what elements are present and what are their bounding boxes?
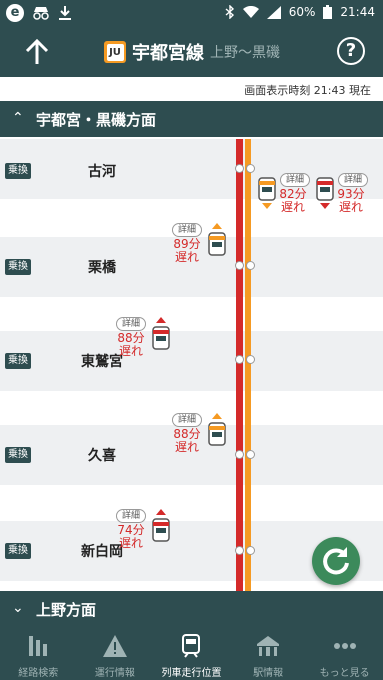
direction-up-icon xyxy=(156,317,166,323)
train-icon xyxy=(208,422,226,446)
station-node xyxy=(246,355,255,364)
station-node xyxy=(246,450,255,459)
help-button[interactable]: ? xyxy=(337,37,365,65)
train-icon xyxy=(316,177,334,201)
station-band xyxy=(0,331,383,391)
delay-label: 88分 遅れ xyxy=(173,427,201,454)
download-icon xyxy=(59,6,71,20)
detail-button[interactable]: 詳細 xyxy=(172,413,202,427)
chevron-up-icon: ⌃ xyxy=(12,110,24,126)
detail-button[interactable]: 詳細 xyxy=(280,173,310,187)
battery-level: 60% xyxy=(288,5,316,19)
delay-label: 89分 遅れ xyxy=(173,237,201,264)
direction-down-icon xyxy=(320,203,330,209)
train-icon xyxy=(258,177,276,201)
detail-button[interactable]: 詳細 xyxy=(172,223,202,237)
direction-up-icon xyxy=(212,413,222,419)
track-line-outbound xyxy=(236,139,243,591)
direction-down-icon xyxy=(262,203,272,209)
train-icon xyxy=(152,326,170,350)
section-outbound-label: 宇都宮・黒磯方面 xyxy=(36,111,157,129)
clock: 21:44 xyxy=(340,5,375,19)
station-name[interactable]: 栗橋 xyxy=(72,257,132,277)
train-marker[interactable]: 詳細 89分 遅れ xyxy=(172,223,228,267)
station-node xyxy=(246,164,255,173)
refresh-icon xyxy=(323,547,349,575)
app-header: JU 宇都宮線 上野〜黒磯 ? xyxy=(0,27,383,77)
more-icon xyxy=(333,643,356,649)
train-marker[interactable]: 詳細 88分 遅れ xyxy=(172,413,228,457)
train-marker[interactable]: 詳細 88分 遅れ xyxy=(116,317,172,361)
station-name[interactable]: 古河 xyxy=(72,161,132,181)
nav-more[interactable]: もっと見る xyxy=(306,627,383,680)
station-node xyxy=(246,261,255,270)
detail-button[interactable]: 詳細 xyxy=(116,509,146,523)
direction-up-icon xyxy=(156,509,166,515)
display-time-bar: 画面表示時刻 21:43 現在 xyxy=(0,77,383,101)
direction-up-icon xyxy=(212,223,222,229)
line-range: 上野〜黒磯 xyxy=(210,45,280,61)
train-icon xyxy=(182,634,201,658)
chevron-down-icon: ⌄ xyxy=(12,600,24,616)
detail-button[interactable]: 詳細 xyxy=(338,173,368,187)
screen: e 60% 21:44 JU 宇都宮線 上野〜黒磯 ? 画面表示時刻 21:43… xyxy=(0,0,383,680)
station-node xyxy=(235,355,244,364)
transfer-badge[interactable]: 乗換 xyxy=(5,259,31,275)
wifi-icon xyxy=(242,5,259,18)
delay-label: 82分 遅れ xyxy=(279,187,307,214)
train-marker[interactable]: 詳細 93分 遅れ xyxy=(316,173,368,214)
station-node xyxy=(235,164,244,173)
section-inbound-label: 上野方面 xyxy=(36,601,97,619)
bluetooth-icon xyxy=(225,5,234,19)
incognito-icon xyxy=(33,7,49,20)
warning-icon xyxy=(102,635,127,657)
station-icon xyxy=(257,636,280,656)
transfer-badge[interactable]: 乗換 xyxy=(5,447,31,463)
train-position-list: 乗換 古河 乗換 栗橋 乗換 東鷲宮 乗換 久喜 乗換 新白岡 詳細 82分 遅れ xyxy=(0,139,383,591)
nav-route-search[interactable]: 経路検索 xyxy=(0,627,77,680)
nav-train-position[interactable]: 列車走行位置 xyxy=(153,627,230,680)
route-search-icon xyxy=(29,636,48,656)
train-marker[interactable]: 詳細 74分 遅れ xyxy=(116,509,172,553)
browser-e-icon: e xyxy=(6,4,24,22)
section-inbound-header[interactable]: ⌄ 上野方面 xyxy=(0,591,383,627)
station-node xyxy=(235,450,244,459)
status-bar: e 60% 21:44 xyxy=(0,0,383,27)
back-arrow-icon[interactable] xyxy=(22,37,52,67)
station-name[interactable]: 久喜 xyxy=(72,445,132,465)
transfer-badge[interactable]: 乗換 xyxy=(5,163,31,179)
nav-station-info[interactable]: 駅情報 xyxy=(230,627,307,680)
station-node xyxy=(235,261,244,270)
line-badge: JU xyxy=(104,41,126,63)
station-node xyxy=(235,546,244,555)
delay-label: 74分 遅れ xyxy=(117,523,145,550)
transfer-badge[interactable]: 乗換 xyxy=(5,543,31,559)
delay-label: 88分 遅れ xyxy=(117,331,145,358)
bottom-navigation: 経路検索 運行情報 列車走行位置 駅情報 もっと見る xyxy=(0,627,383,680)
nav-service-info[interactable]: 運行情報 xyxy=(77,627,154,680)
section-outbound-header[interactable]: ⌃ 宇都宮・黒磯方面 xyxy=(0,101,383,137)
detail-button[interactable]: 詳細 xyxy=(116,317,146,331)
page-title: JU 宇都宮線 上野〜黒磯 xyxy=(104,39,280,65)
battery-icon xyxy=(323,5,333,19)
station-node xyxy=(246,546,255,555)
train-icon xyxy=(152,518,170,542)
transfer-badge[interactable]: 乗換 xyxy=(5,353,31,369)
delay-label: 93分 遅れ xyxy=(337,187,365,214)
track-line-inbound xyxy=(245,139,251,591)
refresh-button[interactable] xyxy=(312,537,360,585)
line-name: 宇都宮線 xyxy=(132,43,204,64)
display-time: 画面表示時刻 21:43 現在 xyxy=(244,84,371,97)
train-icon xyxy=(208,232,226,256)
signal-icon xyxy=(266,5,281,19)
train-marker[interactable]: 詳細 82分 遅れ xyxy=(258,173,310,214)
